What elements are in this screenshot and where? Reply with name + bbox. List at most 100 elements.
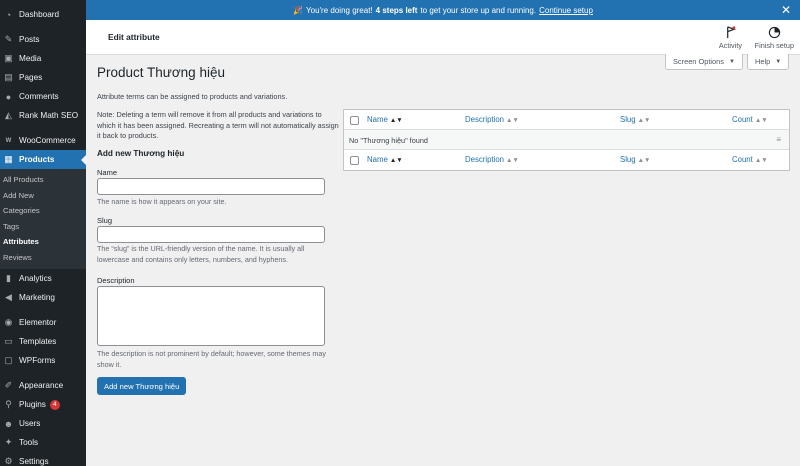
sidebar-item-templates[interactable]: ▭ Templates <box>0 332 86 351</box>
sidebar-item-plugins[interactable]: ⚲ Plugins 4 <box>0 395 86 414</box>
description-textarea[interactable] <box>97 286 325 346</box>
submenu-attributes[interactable]: Attributes <box>0 234 86 250</box>
sidebar-item-tools[interactable]: ✦ Tools <box>0 433 86 452</box>
column-name-header[interactable]: Name ▲▼ <box>367 115 403 124</box>
setup-notice-bar: 🎉 You're doing great! 4 steps left to ge… <box>86 0 800 20</box>
submenu-reviews[interactable]: Reviews <box>0 250 86 266</box>
select-all-checkbox[interactable] <box>350 116 359 125</box>
name-input[interactable] <box>97 178 325 195</box>
party-icon: 🎉 <box>293 5 304 15</box>
header-title: Edit attribute <box>108 32 160 42</box>
megaphone-icon: ◀ <box>5 292 12 302</box>
sidebar-item-users[interactable]: ☻ Users <box>0 414 86 433</box>
activity-button[interactable]: Activity <box>719 26 742 50</box>
elementor-icon: ◉ <box>4 317 13 327</box>
intro-text: Attribute terms can be assigned to produ… <box>97 92 288 101</box>
sort-icon: ▲▼ <box>506 157 519 164</box>
notice-text-after: to get your store up and running. <box>420 5 537 15</box>
sidebar-item-wpforms[interactable]: ▢ WPForms <box>0 351 86 370</box>
sidebar-item-dashboard[interactable]: ◔ Dashboard <box>0 5 86 24</box>
sort-icon: ▲▼ <box>637 157 651 164</box>
screen-options-button[interactable]: Screen Options ▼ <box>665 54 743 70</box>
sidebar-item-marketing[interactable]: ◀ Marketing <box>0 288 86 307</box>
sidebar-item-label: Media <box>19 54 42 63</box>
sidebar-item-label: Elementor <box>19 318 57 327</box>
column-description-header[interactable]: Description ▲▼ <box>465 115 519 124</box>
sidebar-item-rank-math-seo[interactable]: ◭ Rank Math SEO <box>0 106 86 125</box>
sidebar-item-label: Users <box>19 419 41 428</box>
progress-circle-icon <box>768 26 780 39</box>
sidebar-item-pages[interactable]: ▤ Pages <box>0 68 86 87</box>
column-count-footer[interactable]: Count ▲▼ <box>732 155 768 164</box>
finish-setup-button[interactable]: Finish setup <box>755 26 794 50</box>
select-all-checkbox-footer[interactable] <box>350 156 359 165</box>
sidebar-item-posts[interactable]: ✎ Posts <box>0 30 86 49</box>
archive-icon: ▦ <box>4 154 13 164</box>
sidebar-item-appearance[interactable]: ✐ Appearance <box>0 376 86 395</box>
notice-text: You're doing great! <box>306 5 373 15</box>
sidebar-item-label: WooCommerce <box>19 136 76 145</box>
submenu-tags[interactable]: Tags <box>0 219 86 235</box>
sidebar-item-media[interactable]: ▣ Media <box>0 49 86 68</box>
sidebar-item-label: Products <box>19 155 55 164</box>
column-label: Name <box>367 115 388 124</box>
folder-icon: ▭ <box>4 336 13 346</box>
name-help: The name is how it appears on your site. <box>97 197 227 206</box>
sort-icon: ▲▼ <box>389 157 403 164</box>
sidebar-item-label: Settings <box>19 457 49 466</box>
plugin-icon: ⚲ <box>5 399 12 409</box>
name-label: Name <box>97 168 118 177</box>
table-header-row: Name ▲▼ Description ▲▼ Slug ▲▼ Count ▲▼ <box>344 110 789 130</box>
flag-icon <box>727 26 736 39</box>
slug-label: Slug <box>97 216 113 225</box>
column-description-footer[interactable]: Description ▲▼ <box>465 155 519 164</box>
column-label: Slug <box>620 155 636 164</box>
sidebar-item-elementor[interactable]: ◉ Elementor <box>0 313 86 332</box>
sidebar-item-label: Dashboard <box>19 10 60 19</box>
column-name-footer[interactable]: Name ▲▼ <box>367 155 403 164</box>
submenu-add-new[interactable]: Add New <box>0 188 86 204</box>
form-icon: ▢ <box>4 355 13 365</box>
page-icon: ▤ <box>4 72 13 82</box>
column-slug-footer[interactable]: Slug ▲▼ <box>620 155 650 164</box>
sidebar-item-label: Analytics <box>19 274 52 283</box>
column-slug-header[interactable]: Slug ▲▼ <box>620 115 650 124</box>
sidebar-item-label: Marketing <box>19 293 55 302</box>
sort-icon: ▲▼ <box>754 117 768 124</box>
continue-setup-link[interactable]: Continue setup <box>539 6 593 15</box>
chart-icon: ◭ <box>5 110 12 120</box>
submenu-categories[interactable]: Categories <box>0 203 86 219</box>
admin-sidebar: ◔ Dashboard ✎ Posts ▣ Media ▤ Pages ● Co… <box>0 0 86 466</box>
settings-icon: ⚙ <box>4 456 13 466</box>
sidebar-item-comments[interactable]: ● Comments <box>0 87 86 106</box>
media-icon: ▣ <box>4 53 13 63</box>
sidebar-item-settings[interactable]: ⚙ Settings <box>0 452 86 466</box>
finish-setup-label: Finish setup <box>754 41 794 50</box>
drag-handle-icon[interactable]: ≡ <box>776 135 781 144</box>
close-icon[interactable]: ✕ <box>781 3 791 17</box>
help-button[interactable]: Help ▼ <box>747 54 790 70</box>
sidebar-item-woocommerce[interactable]: W WooCommerce <box>0 131 86 150</box>
sidebar-item-analytics[interactable]: ▮ Analytics <box>0 269 86 288</box>
column-count-header[interactable]: Count ▲▼ <box>732 115 768 124</box>
gauge-icon: ◔ <box>5 9 12 20</box>
slug-input[interactable] <box>97 226 325 243</box>
sidebar-item-label: Tools <box>19 438 39 447</box>
table-empty-row: No "Thương hiệu" found ≡ <box>344 130 789 150</box>
add-new-term-button[interactable]: Add new Thương hiệu <box>97 377 187 395</box>
sidebar-item-products[interactable]: ▦ Products <box>0 150 86 169</box>
brush-icon: ✐ <box>4 380 13 390</box>
help-label: Help <box>755 57 771 66</box>
submenu-all-products[interactable]: All Products <box>0 172 86 188</box>
sidebar-item-label: WPForms <box>19 356 56 365</box>
sidebar-item-label: Templates <box>19 337 57 346</box>
pin-icon: ✎ <box>4 34 13 44</box>
sort-icon: ▲▼ <box>389 117 403 124</box>
page-header: Edit attribute Activity Finish setup <box>86 20 800 55</box>
sidebar-item-label: Appearance <box>19 381 64 390</box>
products-submenu: All Products Add New Categories Tags Att… <box>0 169 86 269</box>
caret-down-icon: ▼ <box>728 58 735 65</box>
sidebar-item-label: Plugins <box>19 400 46 409</box>
sidebar-item-label: Rank Math SEO <box>19 111 79 120</box>
plugins-update-badge: 4 <box>49 399 60 410</box>
